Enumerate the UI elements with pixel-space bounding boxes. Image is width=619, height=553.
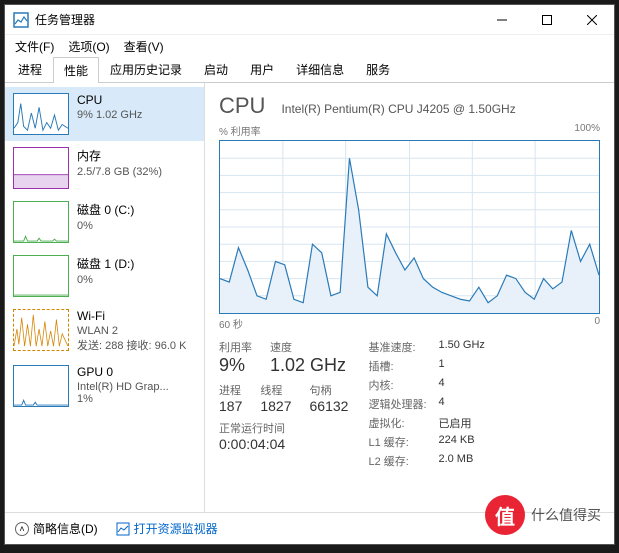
main-title: CPU — [219, 93, 265, 119]
stats-panel: 利用率9% 速度1.02 GHz 进程187 线程1827 句柄66132 正常… — [219, 339, 600, 469]
tab-app-history[interactable]: 应用历史记录 — [99, 56, 193, 82]
sidebar-item-gpu0[interactable]: GPU 0Intel(R) HD Grap...1% — [5, 359, 204, 413]
threads-label: 线程 — [260, 382, 291, 398]
chevron-up-icon: ˄ — [15, 522, 29, 536]
logical-proc-value: 4 — [438, 396, 444, 412]
sidebar: CPU9% 1.02 GHz 内存2.5/7.8 GB (32%) 磁盘 0 (… — [5, 83, 205, 512]
titlebar: 任务管理器 — [5, 5, 614, 35]
maximize-button[interactable] — [524, 5, 569, 34]
x-axis-right: 0 — [594, 316, 600, 331]
processes-value: 187 — [219, 398, 242, 414]
task-manager-window: 任务管理器 文件(F) 选项(O) 查看(V) 进程 性能 应用历史记录 启动 … — [4, 4, 615, 545]
window-controls — [479, 5, 614, 34]
menu-options[interactable]: 选项(O) — [62, 36, 115, 57]
l1-cache-label: L1 缓存: — [368, 434, 438, 450]
speed-label: 速度 — [270, 339, 346, 355]
cores-value: 4 — [438, 377, 444, 393]
sockets-label: 插槽: — [368, 358, 438, 374]
close-button[interactable] — [569, 5, 614, 34]
tab-startup[interactable]: 启动 — [193, 56, 239, 82]
l2-cache-value: 2.0 MB — [438, 453, 473, 469]
menu-file[interactable]: 文件(F) — [9, 36, 60, 57]
tab-services[interactable]: 服务 — [355, 56, 401, 82]
cpu-utilization-chart[interactable] — [219, 140, 600, 314]
tab-users[interactable]: 用户 — [239, 56, 285, 82]
sidebar-label: GPU 0 — [77, 365, 169, 379]
open-resource-monitor-link[interactable]: 打开资源监视器 — [116, 520, 218, 537]
util-label: 利用率 — [219, 339, 252, 355]
sidebar-item-disk0[interactable]: 磁盘 0 (C:)0% — [5, 195, 204, 249]
wifi-thumbnail — [13, 309, 69, 351]
logical-proc-label: 逻辑处理器: — [368, 396, 438, 412]
footer: ˄ 简略信息(D) 打开资源监视器 — [5, 512, 614, 544]
sidebar-item-wifi[interactable]: Wi-FiWLAN 2发送: 288 接收: 96.0 K — [5, 303, 204, 359]
app-icon — [13, 12, 29, 28]
content-area: CPU9% 1.02 GHz 内存2.5/7.8 GB (32%) 磁盘 0 (… — [5, 83, 614, 512]
base-speed-label: 基准速度: — [368, 339, 438, 355]
sidebar-label: 磁盘 0 (C:) — [77, 201, 134, 218]
y-axis-max: 100% — [574, 123, 600, 138]
sidebar-label: 内存 — [77, 147, 162, 164]
main-panel: CPU Intel(R) Pentium(R) CPU J4205 @ 1.50… — [205, 83, 614, 512]
virtualization-value: 已启用 — [438, 415, 471, 431]
tab-bar: 进程 性能 应用历史记录 启动 用户 详细信息 服务 — [5, 57, 614, 83]
x-axis-left: 60 秒 — [219, 316, 243, 331]
l1-cache-value: 224 KB — [438, 434, 474, 450]
handles-value: 66132 — [310, 398, 349, 414]
l2-cache-label: L2 缓存: — [368, 453, 438, 469]
y-axis-label: % 利用率 — [219, 123, 261, 138]
sidebar-label: Wi-Fi — [77, 309, 186, 323]
cpu-thumbnail — [13, 93, 69, 135]
sidebar-label: 磁盘 1 (D:) — [77, 255, 134, 272]
resmon-icon — [116, 522, 130, 536]
cpu-model: Intel(R) Pentium(R) CPU J4205 @ 1.50GHz — [281, 102, 515, 116]
gpu-thumbnail — [13, 365, 69, 407]
menubar: 文件(F) 选项(O) 查看(V) — [5, 35, 614, 57]
uptime-label: 正常运行时间 — [219, 420, 348, 436]
tab-performance[interactable]: 性能 — [53, 57, 99, 83]
sidebar-item-cpu[interactable]: CPU9% 1.02 GHz — [5, 87, 204, 141]
uptime-value: 0:00:04:04 — [219, 436, 348, 452]
window-title: 任务管理器 — [35, 11, 479, 28]
disk-thumbnail — [13, 201, 69, 243]
util-value: 9% — [219, 355, 252, 376]
sidebar-label: CPU — [77, 93, 142, 107]
threads-value: 1827 — [260, 398, 291, 414]
base-speed-value: 1.50 GHz — [438, 339, 484, 355]
minimize-button[interactable] — [479, 5, 524, 34]
tab-details[interactable]: 详细信息 — [285, 56, 355, 82]
handles-label: 句柄 — [310, 382, 349, 398]
sidebar-item-memory[interactable]: 内存2.5/7.8 GB (32%) — [5, 141, 204, 195]
sidebar-item-disk1[interactable]: 磁盘 1 (D:)0% — [5, 249, 204, 303]
fewer-details-button[interactable]: ˄ 简略信息(D) — [15, 520, 98, 537]
tab-processes[interactable]: 进程 — [7, 56, 53, 82]
sockets-value: 1 — [438, 358, 444, 374]
processes-label: 进程 — [219, 382, 242, 398]
speed-value: 1.02 GHz — [270, 355, 346, 376]
cores-label: 内核: — [368, 377, 438, 393]
disk-thumbnail — [13, 255, 69, 297]
memory-thumbnail — [13, 147, 69, 189]
virtualization-label: 虚拟化: — [368, 415, 438, 431]
menu-view[interactable]: 查看(V) — [118, 36, 170, 57]
